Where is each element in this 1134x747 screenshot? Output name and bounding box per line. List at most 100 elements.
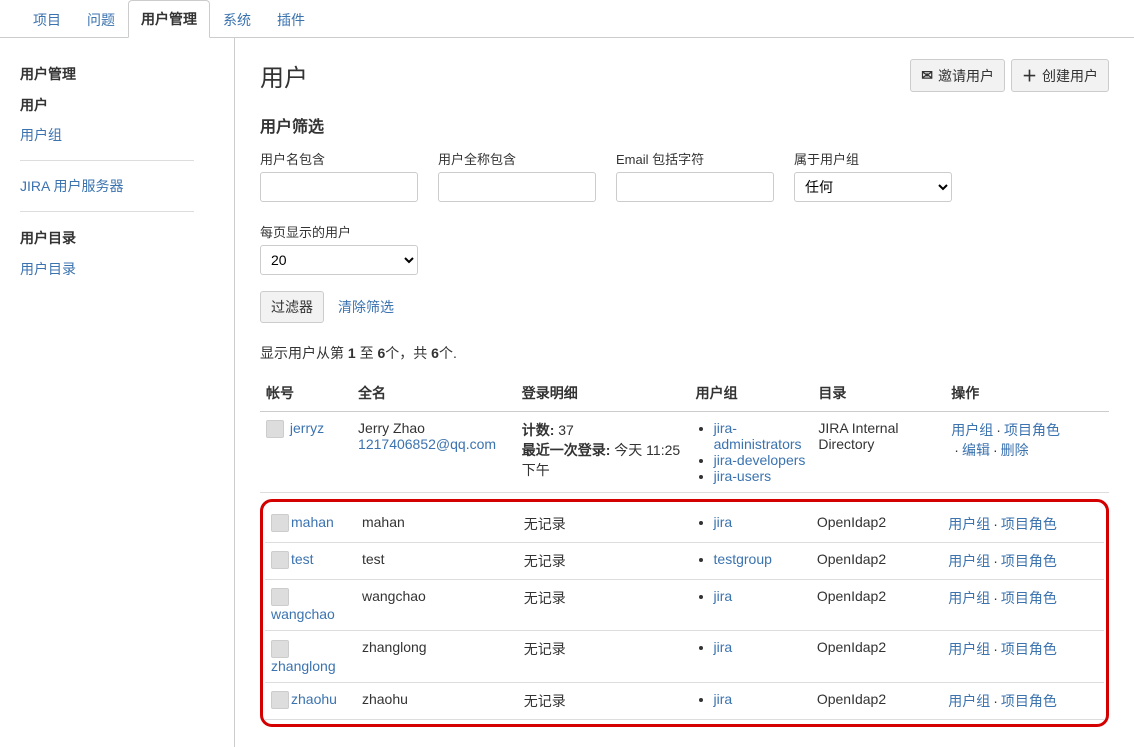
bullet-sep: ·: [993, 641, 998, 657]
create-user-button[interactable]: ＋ 创建用户: [1011, 59, 1109, 92]
avatar-icon: [271, 588, 289, 606]
th-fullname[interactable]: 全名: [352, 375, 516, 412]
group-link[interactable]: jira: [714, 691, 733, 707]
filter-fullname-input[interactable]: [438, 172, 596, 202]
result-summary: 显示用户从第 1 至 6个，共 6个.: [260, 343, 1109, 363]
action-groups-link[interactable]: 用户组: [948, 641, 990, 657]
summary-mid2: 个，共: [385, 345, 431, 361]
nav-plugins[interactable]: 插件: [264, 1, 318, 38]
directory-cell: OpenIdap2: [811, 631, 942, 682]
sidebar-heading-user-mgmt: 用户管理: [20, 58, 234, 90]
login-cell: 无记录: [518, 580, 690, 631]
users-table: 帐号 全名 登录明细 用户组 目录 操作 jerryz Jerry Zhao: [260, 375, 1109, 493]
table-row: mahanmahan无记录jiraOpenIdap2用户组·项目角色: [265, 506, 1104, 543]
directory-cell: OpenIdap2: [811, 580, 942, 631]
th-account[interactable]: 帐号: [260, 375, 352, 412]
avatar-icon: [271, 691, 289, 709]
sidebar-item-groups[interactable]: 用户组: [20, 120, 234, 150]
user-link[interactable]: mahan: [291, 514, 334, 530]
users-table-ldap: mahanmahan无记录jiraOpenIdap2用户组·项目角色testte…: [265, 506, 1104, 720]
nav-projects[interactable]: 项目: [20, 1, 74, 38]
action-roles-link[interactable]: 项目角色: [1001, 516, 1057, 532]
user-link[interactable]: zhaohu: [291, 691, 337, 707]
table-row: jerryz Jerry Zhao 1217406852@qq.com 计数: …: [260, 412, 1109, 493]
directory-cell: OpenIdap2: [811, 506, 942, 543]
login-count-label: 计数:: [522, 422, 555, 438]
action-edit-link[interactable]: 编辑: [962, 442, 990, 458]
bullet-sep: ·: [993, 516, 998, 532]
login-cell: 无记录: [518, 543, 690, 580]
avatar-icon: [271, 551, 289, 569]
main-content: 用户 ✉ 邀请用户 ＋ 创建用户 用户筛选 用户名包含 用户全称包含: [235, 38, 1134, 747]
bullet-sep: ·: [996, 422, 1001, 438]
filter-heading: 用户筛选: [260, 113, 1109, 137]
nav-issues[interactable]: 问题: [74, 1, 128, 38]
login-cell: 无记录: [518, 682, 690, 719]
user-fullname: test: [356, 543, 518, 580]
th-login[interactable]: 登录明细: [516, 375, 690, 412]
last-login-label: 最近一次登录:: [522, 442, 611, 458]
group-link[interactable]: testgroup: [714, 551, 772, 567]
action-roles-link[interactable]: 项目角色: [1001, 641, 1057, 657]
summary-mid: 至: [356, 345, 378, 361]
bullet-sep: ·: [993, 442, 998, 458]
filter-group-select[interactable]: 任何: [794, 172, 952, 202]
user-link[interactable]: test: [291, 551, 314, 567]
th-groups[interactable]: 用户组: [690, 375, 813, 412]
user-fullname: zhanglong: [356, 631, 518, 682]
action-groups-link[interactable]: 用户组: [948, 516, 990, 532]
plus-icon: ＋: [1022, 65, 1037, 86]
nav-system[interactable]: 系统: [210, 1, 264, 38]
login-cell: 无记录: [518, 506, 690, 543]
user-fullname: zhaohu: [356, 682, 518, 719]
directory-cell: JIRA Internal Directory: [812, 412, 945, 493]
sidebar: 用户管理 用户 用户组 JIRA 用户服务器 用户目录 用户目录: [0, 38, 235, 747]
filter-perpage-select[interactable]: 20: [260, 245, 418, 275]
filter-fullname-label: 用户全称包含: [438, 149, 596, 168]
action-groups-link[interactable]: 用户组: [948, 553, 990, 569]
filter-email-input[interactable]: [616, 172, 774, 202]
group-link[interactable]: jira-developers: [714, 452, 806, 468]
bullet-sep: ·: [993, 693, 998, 709]
highlighted-rows-box: mahanmahan无记录jiraOpenIdap2用户组·项目角色testte…: [260, 499, 1109, 727]
th-directory[interactable]: 目录: [812, 375, 945, 412]
filter-group-label: 属于用户组: [794, 149, 952, 168]
sidebar-item-user-dir[interactable]: 用户目录: [20, 254, 234, 284]
clear-filter-link[interactable]: 清除筛选: [338, 297, 394, 317]
group-link[interactable]: jira-users: [714, 468, 772, 484]
action-roles-link[interactable]: 项目角色: [1001, 590, 1057, 606]
user-link[interactable]: jerryz: [290, 420, 324, 436]
user-fullname: wangchao: [356, 580, 518, 631]
group-link[interactable]: jira: [714, 588, 733, 604]
filter-perpage-label: 每页显示的用户: [260, 222, 418, 241]
sidebar-divider: [20, 211, 194, 212]
table-row: zhanglongzhanglong无记录jiraOpenIdap2用户组·项目…: [265, 631, 1104, 682]
invite-user-button[interactable]: ✉ 邀请用户: [910, 59, 1005, 92]
user-link[interactable]: zhanglong: [271, 658, 336, 674]
user-fullname: mahan: [356, 506, 518, 543]
filter-username-input[interactable]: [260, 172, 418, 202]
sidebar-heading-user-dir: 用户目录: [20, 222, 234, 254]
action-roles-link[interactable]: 项目角色: [1001, 553, 1057, 569]
summary-prefix: 显示用户从第: [260, 345, 348, 361]
filter-button[interactable]: 过滤器: [260, 291, 324, 323]
avatar-icon: [266, 420, 284, 438]
user-email-link[interactable]: 1217406852@qq.com: [358, 436, 496, 452]
group-link[interactable]: jira: [714, 639, 733, 655]
create-user-label: 创建用户: [1042, 66, 1098, 86]
action-groups-link[interactable]: 用户组: [951, 422, 993, 438]
action-roles-link[interactable]: 项目角色: [1001, 693, 1057, 709]
sidebar-item-users[interactable]: 用户: [20, 90, 234, 120]
action-delete-link[interactable]: 删除: [1001, 442, 1029, 458]
action-roles-link[interactable]: 项目角色: [1004, 422, 1060, 438]
group-link[interactable]: jira: [714, 514, 733, 530]
nav-user-management[interactable]: 用户管理: [128, 0, 210, 38]
user-link[interactable]: wangchao: [271, 606, 335, 622]
sidebar-item-jira-user-server[interactable]: JIRA 用户服务器: [20, 171, 234, 201]
action-groups-link[interactable]: 用户组: [948, 693, 990, 709]
avatar-icon: [271, 640, 289, 658]
group-link[interactable]: jira-administrators: [714, 420, 802, 452]
th-actions[interactable]: 操作: [945, 375, 1109, 412]
directory-cell: OpenIdap2: [811, 682, 942, 719]
action-groups-link[interactable]: 用户组: [948, 590, 990, 606]
